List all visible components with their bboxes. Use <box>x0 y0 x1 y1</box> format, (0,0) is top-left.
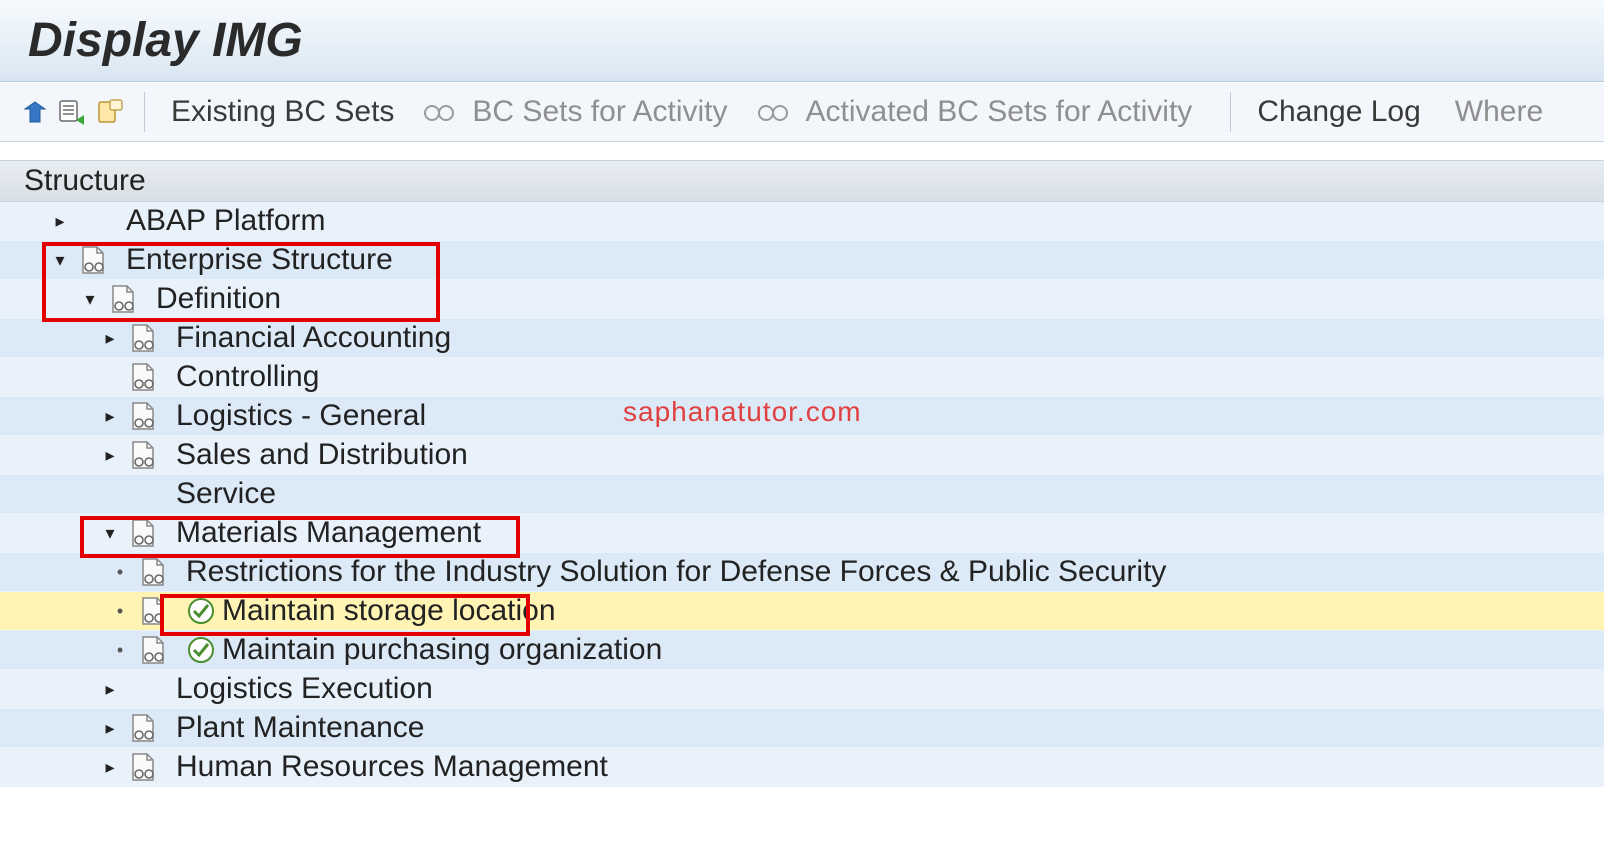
tree-node-controlling[interactable]: ▸ Controlling <box>0 358 1604 397</box>
toolbar: Existing BC Sets BC Sets for Activity Ac… <box>0 82 1604 142</box>
expand-expanded-icon[interactable]: ▾ <box>50 250 70 271</box>
tree-node-human-resources[interactable]: ▸ Human Resources Management <box>0 748 1604 787</box>
document-glasses-icon[interactable] <box>138 634 168 666</box>
document-glasses-icon[interactable] <box>138 556 168 588</box>
page-title: Display IMG <box>28 13 303 68</box>
expand-expanded-icon[interactable]: ▾ <box>100 523 120 544</box>
bc-sets-for-activity-button[interactable]: BC Sets for Activity <box>472 95 727 129</box>
tree-node-label: Materials Management <box>176 516 481 550</box>
document-glasses-icon[interactable] <box>138 595 168 627</box>
tree-node-plant-maintenance[interactable]: ▸ Plant Maintenance <box>0 709 1604 748</box>
expand-expanded-icon[interactable]: ▾ <box>80 289 100 310</box>
tree-node-label: Maintain storage location <box>222 594 556 628</box>
tree-node-label: Logistics Execution <box>176 672 433 706</box>
title-bar: Display IMG <box>0 0 1604 82</box>
add-node-icon[interactable] <box>96 98 124 126</box>
tree-node-abap-platform[interactable]: ▸ ABAP Platform <box>0 202 1604 241</box>
tree: ▸ ABAP Platform ▾ Enterprise Structure ▾… <box>0 202 1604 787</box>
expand-all-icon[interactable] <box>22 99 48 125</box>
expand-collapsed-icon[interactable]: ▸ <box>50 211 70 232</box>
toolbar-separator <box>1230 92 1231 132</box>
tree-node-financial-accounting[interactable]: ▸ Financial Accounting <box>0 319 1604 358</box>
tree-node-maintain-storage-location[interactable]: Maintain storage location <box>0 592 1604 631</box>
tree-node-label: ABAP Platform <box>126 204 326 238</box>
document-glasses-icon[interactable] <box>128 322 158 354</box>
tree-node-label: Sales and Distribution <box>176 438 468 472</box>
expand-collapsed-icon[interactable]: ▸ <box>100 718 120 739</box>
leaf-icon <box>110 640 130 661</box>
expand-collapsed-icon[interactable]: ▸ <box>100 679 120 700</box>
tree-node-label: Financial Accounting <box>176 321 451 355</box>
document-glasses-icon[interactable] <box>78 244 108 276</box>
document-glasses-icon[interactable] <box>128 517 158 549</box>
existing-bc-sets-button[interactable]: Existing BC Sets <box>171 95 394 129</box>
expand-collapsed-icon[interactable]: ▸ <box>100 328 120 349</box>
tree-node-label: Controlling <box>176 360 319 394</box>
where-used-button[interactable]: Where <box>1455 95 1543 129</box>
leaf-icon <box>110 562 130 583</box>
toolbar-separator <box>144 92 145 132</box>
tree-node-label: Restrictions for the Industry Solution f… <box>186 555 1166 589</box>
document-glasses-icon[interactable] <box>128 400 158 432</box>
position-icon[interactable] <box>58 98 86 126</box>
change-log-button[interactable]: Change Log <box>1257 95 1420 129</box>
glasses-icon[interactable] <box>422 101 456 123</box>
tree-node-maintain-purchasing-org[interactable]: Maintain purchasing organization <box>0 631 1604 670</box>
section-header-label: Structure <box>24 164 146 198</box>
expand-collapsed-icon[interactable]: ▸ <box>100 406 120 427</box>
tree-node-sales-distribution[interactable]: ▸ Sales and Distribution <box>0 436 1604 475</box>
tree-node-label: Service <box>176 477 276 511</box>
activated-bc-sets-button[interactable]: Activated BC Sets for Activity <box>806 95 1193 129</box>
tree-node-logistics-execution[interactable]: ▸ Logistics Execution <box>0 670 1604 709</box>
document-glasses-icon[interactable] <box>108 283 138 315</box>
section-header: Structure <box>0 160 1604 202</box>
expand-collapsed-icon[interactable]: ▸ <box>100 757 120 778</box>
tree-node-materials-management[interactable]: ▾ Materials Management <box>0 514 1604 553</box>
glasses-icon[interactable] <box>756 101 790 123</box>
tree-node-restrictions[interactable]: Restrictions for the Industry Solution f… <box>0 553 1604 592</box>
document-glasses-icon[interactable] <box>128 712 158 744</box>
tree-node-logistics-general[interactable]: ▸ Logistics - General <box>0 397 1604 436</box>
tree-node-label: Definition <box>156 282 281 316</box>
document-glasses-icon[interactable] <box>128 439 158 471</box>
execute-icon[interactable] <box>186 596 216 626</box>
execute-icon[interactable] <box>186 635 216 665</box>
content-area: Structure ▸ ABAP Platform ▾ Enterprise S… <box>0 142 1604 787</box>
tree-node-label: Plant Maintenance <box>176 711 425 745</box>
tree-node-label: Maintain purchasing organization <box>222 633 662 667</box>
document-glasses-icon[interactable] <box>128 361 158 393</box>
tree-node-service[interactable]: ▸ Service <box>0 475 1604 514</box>
leaf-icon <box>110 601 130 622</box>
tree-node-enterprise-structure[interactable]: ▾ Enterprise Structure <box>0 241 1604 280</box>
tree-node-label: Human Resources Management <box>176 750 608 784</box>
tree-node-label: Enterprise Structure <box>126 243 393 277</box>
tree-node-definition[interactable]: ▾ Definition <box>0 280 1604 319</box>
tree-node-label: Logistics - General <box>176 399 426 433</box>
document-glasses-icon[interactable] <box>128 751 158 783</box>
expand-collapsed-icon[interactable]: ▸ <box>100 445 120 466</box>
